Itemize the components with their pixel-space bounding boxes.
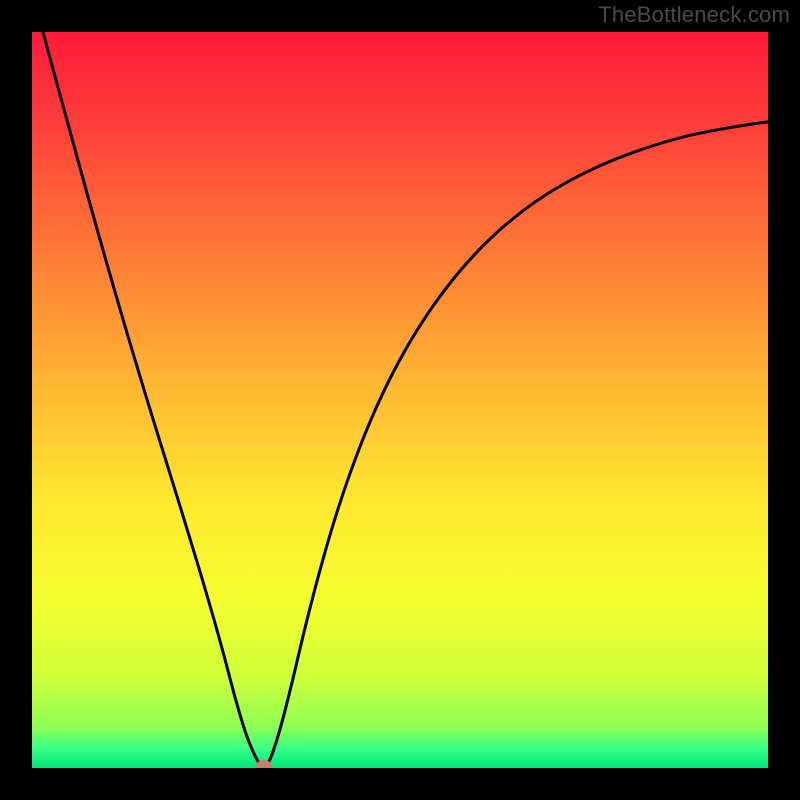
gradient-background [32,32,768,768]
chart-frame: TheBottleneck.com [0,0,800,800]
bottleneck-plot [32,32,768,768]
plot-area [32,32,768,768]
watermark: TheBottleneck.com [598,2,790,28]
